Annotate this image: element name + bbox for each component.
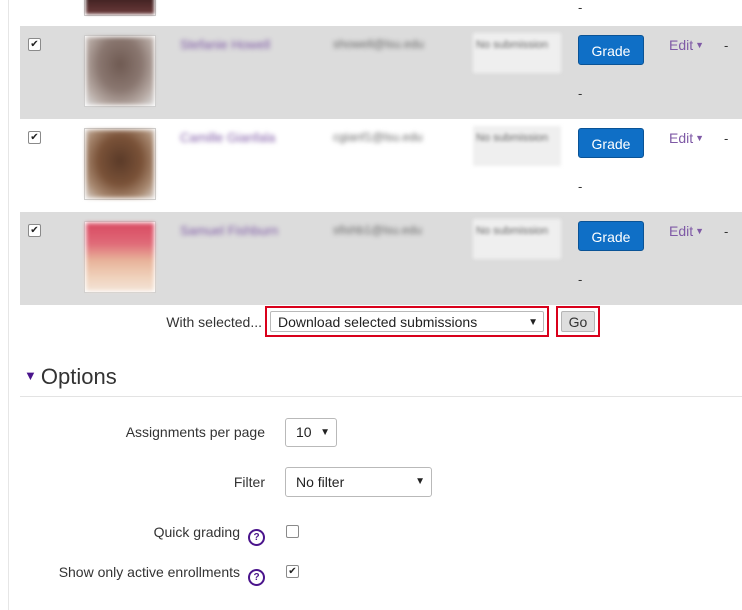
- table-row: ✔ Stefanie Howell showell@lsu.edu No sub…: [20, 26, 742, 119]
- go-button[interactable]: Go: [561, 311, 595, 332]
- dropdown-arrow-icon: ▼: [415, 476, 425, 487]
- active-enrollments-checkbox[interactable]: ✔: [286, 565, 299, 578]
- grade-button[interactable]: Grade: [578, 221, 644, 251]
- table-row-partial: -: [20, 0, 742, 20]
- active-enrollments-label: Show only active enrollments: [58, 564, 240, 580]
- divider: [20, 396, 742, 397]
- student-email: showell@lsu.edu: [333, 37, 424, 51]
- final-grade: -: [578, 86, 583, 101]
- student-email: sfishb1@lsu.edu: [333, 223, 422, 237]
- avatar[interactable]: [84, 128, 156, 200]
- edit-label[interactable]: Edit: [669, 223, 693, 239]
- grade-button[interactable]: Grade: [578, 128, 644, 158]
- student-email: cgianf1@lsu.edu: [333, 130, 423, 144]
- options-section-toggle[interactable]: ▼ Options: [24, 364, 117, 390]
- go-button-highlight: Go: [556, 306, 600, 337]
- dropdown-arrow-icon: ▼: [320, 427, 330, 438]
- filter-label: Filter: [233, 474, 265, 490]
- final-grade: -: [578, 0, 583, 15]
- caret-down-icon[interactable]: ▼: [695, 133, 704, 143]
- student-name-link[interactable]: Samuel Fishburn: [180, 223, 278, 238]
- row-select-checkbox[interactable]: ✔: [28, 224, 41, 237]
- row-extra: -: [724, 38, 729, 53]
- active-enrollments-row: Show only active enrollments?: [59, 564, 265, 586]
- with-selected-label: With selected...: [166, 314, 262, 330]
- row-select-checkbox[interactable]: ✔: [28, 38, 41, 51]
- dropdown-arrow-icon: ▼: [528, 317, 538, 328]
- help-icon[interactable]: ?: [248, 569, 265, 586]
- filter-value: No filter: [296, 474, 345, 490]
- final-grade: -: [578, 272, 583, 287]
- row-select-checkbox[interactable]: ✔: [28, 131, 41, 144]
- submission-status: No submission: [473, 126, 561, 166]
- caret-down-icon[interactable]: ▼: [695, 40, 704, 50]
- table-row: ✔ Camille Gianfala cgianf1@lsu.edu No su…: [20, 119, 742, 212]
- row-extra: -: [724, 224, 729, 239]
- edit-menu[interactable]: Edit ▼: [669, 223, 704, 239]
- quick-grading-row: Quick grading?: [154, 524, 265, 546]
- bulk-action-select-box[interactable]: Download selected submissions ▼: [270, 311, 544, 332]
- avatar[interactable]: [84, 0, 156, 16]
- edit-menu[interactable]: Edit ▼: [669, 37, 704, 53]
- submission-status: No submission: [473, 33, 561, 73]
- collapse-triangle-icon[interactable]: ▼: [24, 368, 37, 383]
- avatar[interactable]: [84, 35, 156, 107]
- avatar[interactable]: [84, 221, 156, 293]
- grade-button[interactable]: Grade: [578, 35, 644, 65]
- student-name-link[interactable]: Stefanie Howell: [180, 37, 270, 52]
- edit-label[interactable]: Edit: [669, 37, 693, 53]
- options-heading[interactable]: Options: [41, 364, 117, 389]
- edit-label[interactable]: Edit: [669, 130, 693, 146]
- edit-menu[interactable]: Edit ▼: [669, 130, 704, 146]
- assignments-per-page-label: Assignments per page: [125, 424, 265, 440]
- assignments-per-page-select[interactable]: 10 ▼: [285, 418, 337, 447]
- submission-status: No submission: [473, 219, 561, 259]
- bulk-action-select[interactable]: Download selected submissions ▼: [265, 306, 549, 337]
- bulk-action-value: Download selected submissions: [278, 314, 478, 330]
- quick-grading-checkbox[interactable]: [286, 525, 299, 538]
- quick-grading-label: Quick grading: [153, 524, 240, 540]
- final-grade: -: [578, 179, 583, 194]
- page-left-border: [8, 0, 9, 610]
- assignments-per-page-value: 10: [296, 424, 312, 440]
- table-row: ✔ Samuel Fishburn sfishb1@lsu.edu No sub…: [20, 212, 742, 305]
- filter-select[interactable]: No filter ▼: [285, 467, 432, 497]
- row-extra: -: [724, 131, 729, 146]
- student-name-link[interactable]: Camille Gianfala: [180, 130, 275, 145]
- caret-down-icon[interactable]: ▼: [695, 226, 704, 236]
- help-icon[interactable]: ?: [248, 529, 265, 546]
